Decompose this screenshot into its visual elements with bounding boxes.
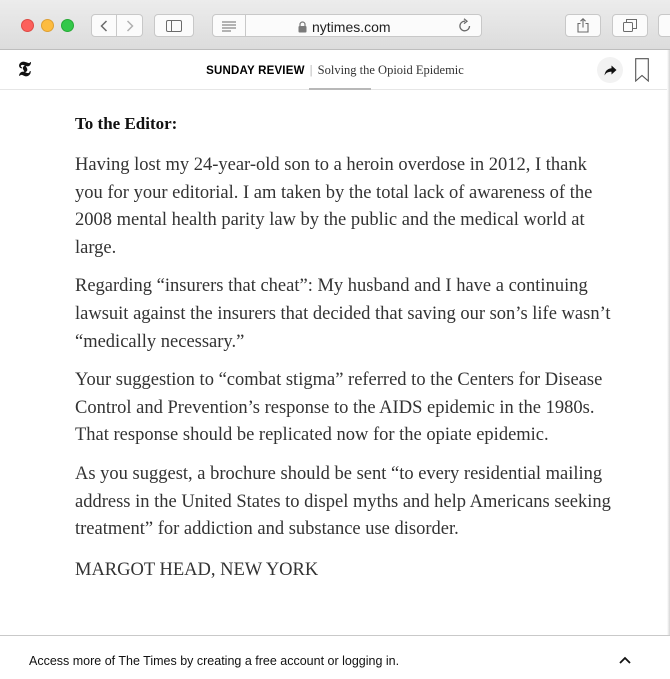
account-prompt-bar[interactable]: Access more of The Times by creating a f… (0, 635, 670, 679)
paragraph-1: Having lost my 24-year-old son to a hero… (75, 155, 593, 258)
lock-icon (298, 21, 307, 33)
letter-signature: MARGOT HEAD, NEW YORK (75, 559, 319, 580)
chevron-right-icon (126, 19, 134, 32)
reload-icon[interactable] (458, 18, 472, 33)
sidebar-icon (166, 19, 182, 32)
forward-button[interactable] (117, 14, 143, 37)
minimize-window-button[interactable] (41, 19, 54, 32)
share-arrow-icon (604, 65, 616, 75)
title-separator: | (309, 65, 313, 77)
reader-view-button[interactable] (212, 14, 246, 37)
sidebar-toggle-button[interactable] (154, 14, 194, 37)
bookmark-icon[interactable] (635, 58, 649, 82)
letter-article: To the Editor: Having lost my 24-year-ol… (75, 114, 615, 581)
url-text: nytimes.com (312, 19, 391, 35)
back-button[interactable] (91, 14, 117, 37)
article-headline: Solving the Opioid Epidemic (317, 63, 464, 77)
reader-lines-icon (222, 21, 236, 31)
browser-toolbar: nytimes.com (0, 0, 670, 50)
tabs-overview-icon (623, 19, 637, 32)
section-label[interactable]: SUNDAY REVIEW (206, 65, 304, 77)
account-prompt-text: Access more of The Times by creating a f… (29, 654, 400, 668)
share-article-button[interactable] (597, 57, 623, 83)
close-window-button[interactable] (21, 19, 34, 32)
new-tab-button[interactable] (658, 14, 670, 37)
share-button[interactable] (565, 14, 601, 37)
site-header: 𝕿 SUNDAY REVIEW | Solving the Opioid Epide… (0, 50, 670, 90)
share-icon (577, 18, 589, 33)
show-tabs-button[interactable] (612, 14, 648, 37)
header-title: SUNDAY REVIEW | Solving the Opioid Epidemi… (0, 63, 670, 78)
paragraph-2: Regarding “insurers that cheat”: My husb… (75, 276, 611, 352)
chevron-up-icon[interactable] (619, 656, 631, 664)
letter-greeting: To the Editor: (75, 114, 178, 133)
address-bar[interactable]: nytimes.com (246, 14, 482, 37)
url-display: nytimes.com (298, 19, 391, 35)
reading-progress-bar (309, 88, 371, 90)
chevron-left-icon (100, 19, 108, 32)
paragraph-4: As you suggest, a brochure should be sen… (75, 463, 611, 540)
paragraph-3: Your suggestion to “combat stigma” refer… (75, 370, 603, 446)
zoom-window-button[interactable] (61, 19, 74, 32)
